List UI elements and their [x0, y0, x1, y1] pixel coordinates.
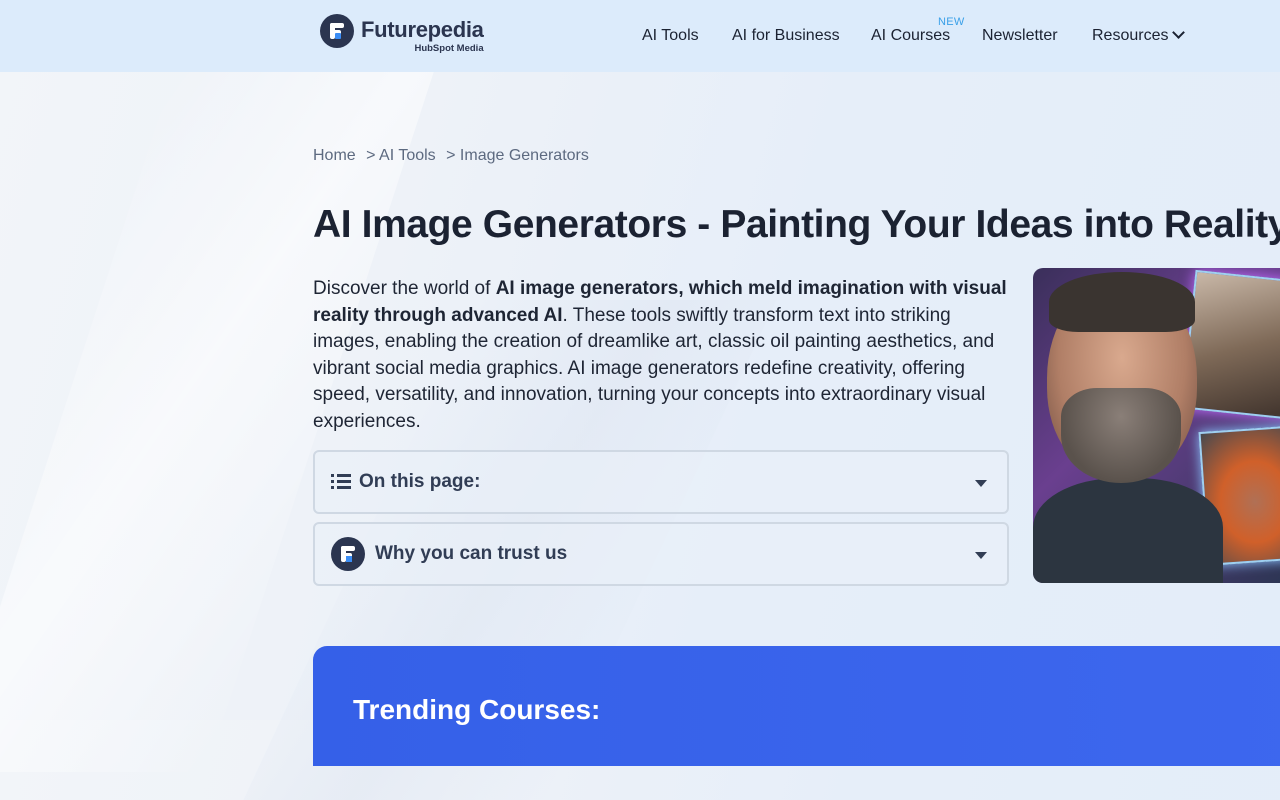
nav-ai-tools[interactable]: AI Tools: [642, 26, 699, 46]
top-navigation-bar: Futurepedia HubSpot Media AI Tools AI fo…: [0, 0, 1280, 72]
futurepedia-logo-icon: [331, 537, 365, 571]
hero-image: [1033, 268, 1280, 583]
on-this-page-accordion[interactable]: On this page:: [313, 450, 1009, 514]
caret-down-icon: [975, 552, 987, 559]
nav-ai-courses[interactable]: AI Courses: [871, 26, 950, 46]
nav-newsletter[interactable]: Newsletter: [982, 26, 1058, 46]
logo-name: Futurepedia: [361, 17, 484, 42]
intro-lead: Discover the world of: [313, 278, 496, 299]
breadcrumb-home[interactable]: Home: [313, 147, 356, 164]
chevron-down-icon: [1172, 26, 1186, 39]
new-badge: NEW: [938, 16, 965, 28]
list-icon: [331, 474, 351, 490]
page-title: AI Image Generators - Painting Your Idea…: [313, 203, 1280, 246]
breadcrumb: Home > AI Tools > Image Generators: [313, 147, 595, 165]
logo-subtitle: HubSpot Media: [414, 43, 484, 54]
nav-resources-label: Resources: [1092, 27, 1169, 44]
why-trust-us-accordion[interactable]: Why you can trust us: [313, 522, 1009, 586]
breadcrumb-image-generators: > Image Generators: [446, 147, 589, 164]
futurepedia-logo[interactable]: Futurepedia HubSpot Media: [320, 14, 484, 54]
intro-paragraph: Discover the world of AI image generator…: [313, 276, 1013, 435]
accordion-label: On this page:: [359, 471, 481, 492]
nav-resources[interactable]: Resources: [1092, 26, 1186, 46]
nav-ai-for-business[interactable]: AI for Business: [732, 26, 840, 46]
accordion-label: Why you can trust us: [375, 543, 568, 564]
caret-down-icon: [975, 480, 987, 487]
breadcrumb-ai-tools[interactable]: > AI Tools: [366, 147, 436, 164]
trending-courses-title: Trending Courses:: [353, 694, 601, 725]
futurepedia-logo-icon: [320, 14, 354, 48]
trending-courses-banner: Trending Courses:: [313, 646, 1280, 766]
